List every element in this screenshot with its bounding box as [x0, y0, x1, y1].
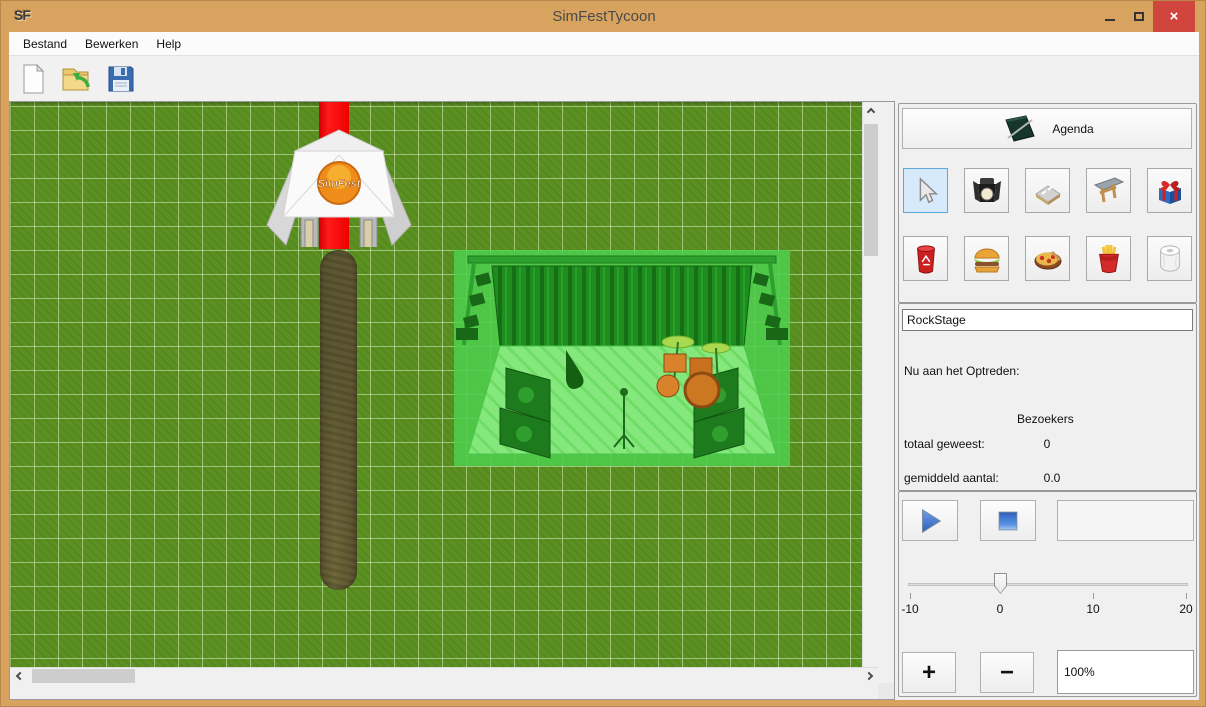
playback-group: -10 0 10 20 + − 100% [898, 491, 1197, 697]
tool-trash-can[interactable] [903, 236, 948, 281]
menu-bewerken[interactable]: Bewerken [76, 33, 147, 55]
maximize-icon [1134, 12, 1144, 21]
total-visitors-value: 0 [1017, 437, 1077, 451]
pizza-icon [1032, 244, 1064, 274]
toolbar [9, 57, 1199, 101]
scroll-left-arrow[interactable] [10, 668, 26, 683]
window-title: SimFestTycoon [1, 1, 1206, 32]
map-viewport: SimFest [9, 101, 895, 700]
total-visitors-label: totaal geweest: [904, 437, 985, 451]
menubar: Bestand Bewerken Help [9, 32, 1199, 56]
tool-stage-light[interactable] [964, 168, 1009, 213]
play-icon [915, 506, 945, 536]
new-file-button[interactable] [15, 61, 51, 97]
slider-label-minus10: -10 [895, 602, 925, 616]
speed-slider-track[interactable] [908, 583, 1188, 586]
open-file-icon [60, 63, 94, 95]
fries-icon [1094, 243, 1124, 275]
close-icon: × [1170, 9, 1179, 24]
spotlight-icon [971, 175, 1003, 207]
scroll-right-arrow[interactable] [862, 668, 878, 683]
tool-gate[interactable] [1086, 168, 1131, 213]
maximize-button[interactable] [1124, 1, 1153, 32]
festival-map[interactable]: SimFest [10, 102, 878, 683]
trash-can-icon [911, 243, 941, 275]
save-file-button[interactable] [103, 61, 139, 97]
tool-toilet-paper[interactable] [1147, 236, 1192, 281]
tool-pizza[interactable] [1025, 236, 1070, 281]
horizontal-scrollbar[interactable] [10, 667, 878, 683]
zoom-out-button[interactable]: − [980, 652, 1034, 693]
agenda-book-icon [1000, 114, 1040, 144]
app-window: SF SimFestTycoon × Bestand Bewerken Help [0, 0, 1206, 707]
minimize-icon [1105, 19, 1115, 21]
minimize-button[interactable] [1095, 1, 1124, 32]
tick-20 [1186, 593, 1187, 599]
tick-minus10 [910, 593, 911, 599]
tool-gift[interactable] [1147, 168, 1192, 213]
zoom-in-button[interactable]: + [902, 652, 956, 693]
slider-label-10: 10 [1078, 602, 1108, 616]
gate-icon [1093, 175, 1125, 207]
horizontal-scroll-thumb[interactable] [32, 669, 135, 683]
tool-road[interactable] [1025, 168, 1070, 213]
tent-logo-text: SimFest [318, 178, 362, 190]
gift-icon [1154, 175, 1186, 207]
stage-info-group: Nu aan het Optreden: Bezoekers totaal ge… [898, 303, 1197, 491]
vertical-scroll-thumb[interactable] [864, 124, 878, 256]
scrollbar-corner [878, 683, 894, 699]
tools-group: Agenda [898, 103, 1197, 303]
rock-stage[interactable] [454, 250, 790, 466]
vertical-scrollbar[interactable] [862, 102, 878, 683]
slider-label-0: 0 [985, 602, 1015, 616]
menu-help[interactable]: Help [147, 33, 190, 55]
status-panel [1057, 500, 1194, 541]
burger-icon [971, 244, 1003, 274]
zoom-level-field[interactable]: 100% [1057, 650, 1194, 694]
toilet-paper-icon [1155, 243, 1185, 275]
scroll-up-arrow[interactable] [863, 102, 878, 118]
play-button[interactable] [902, 500, 958, 541]
tool-select-cursor[interactable] [903, 168, 948, 213]
save-icon [105, 63, 137, 95]
slider-label-20: 20 [1171, 602, 1201, 616]
agenda-button[interactable]: Agenda [902, 108, 1192, 149]
sidebar: Agenda [898, 101, 1198, 700]
new-file-icon [17, 63, 49, 95]
visitors-header: Bezoekers [1017, 412, 1074, 426]
road-tile-icon [1032, 175, 1064, 207]
average-visitors-label: gemiddeld aantal: [904, 471, 999, 485]
tool-fries[interactable] [1086, 236, 1131, 281]
stage-name-input[interactable] [902, 309, 1193, 331]
stop-icon [995, 508, 1021, 534]
tool-burger[interactable] [964, 236, 1009, 281]
menu-bestand[interactable]: Bestand [14, 33, 76, 55]
tick-10 [1093, 593, 1094, 599]
dirt-path[interactable] [320, 250, 357, 590]
stop-button[interactable] [980, 500, 1036, 541]
now-performing-label: Nu aan het Optreden: [904, 364, 1019, 378]
titlebar: SF SimFestTycoon × [1, 1, 1206, 32]
cursor-icon [911, 176, 941, 206]
close-button[interactable]: × [1153, 1, 1195, 32]
speed-slider-thumb[interactable] [994, 573, 1007, 594]
agenda-label: Agenda [1052, 122, 1093, 136]
average-visitors-value: 0.0 [1022, 471, 1082, 485]
entrance-tent[interactable]: SimFest [265, 125, 413, 247]
open-file-button[interactable] [59, 61, 95, 97]
